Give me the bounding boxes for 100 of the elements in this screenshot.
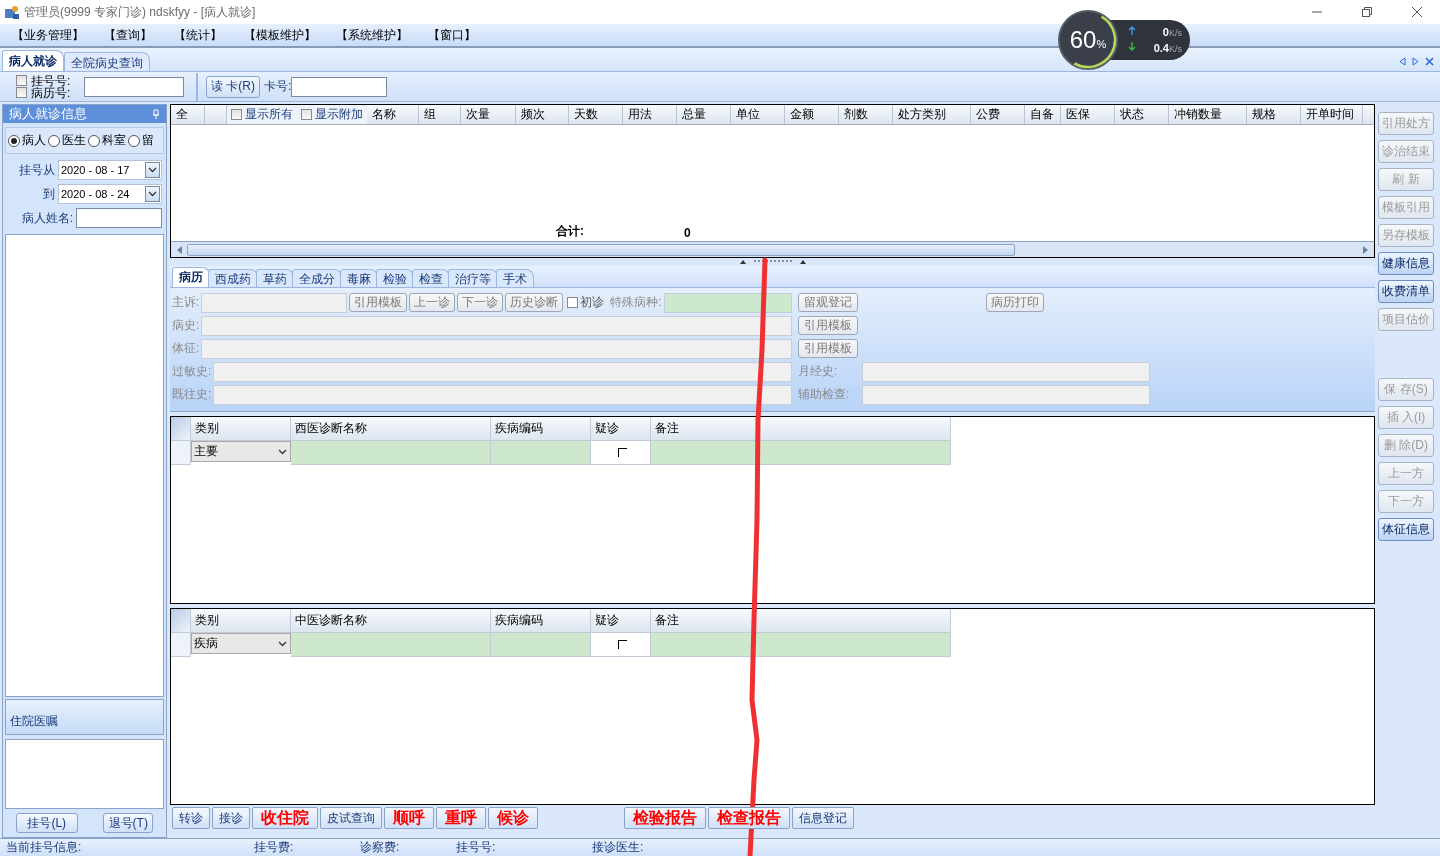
past-history-field[interactable] (213, 384, 792, 405)
category-dropdown[interactable]: 疾病 (191, 633, 291, 654)
first-visit-checkbox[interactable] (567, 297, 579, 308)
pin-icon[interactable] (152, 109, 160, 119)
date-from-label: 挂号从 (19, 161, 55, 179)
radio-label: 科室 (102, 132, 126, 149)
panel-title: 住院医嘱 (10, 713, 58, 730)
read-card-button[interactable]: 读 卡(R) (206, 75, 260, 98)
side-action-button[interactable]: 收费清单 (1378, 280, 1434, 303)
field-label: 主诉: (172, 294, 200, 311)
restore-icon[interactable] (1361, 6, 1373, 18)
column-header: 全 (171, 105, 205, 124)
close-icon[interactable] (1425, 57, 1434, 66)
gauge-percent: 60% (1069, 26, 1107, 54)
complaint-action-button[interactable]: 历史诊断 (505, 293, 564, 312)
side-action-button[interactable]: 健康信息 (1378, 252, 1434, 275)
field-label: 体征: (172, 340, 200, 357)
register-button[interactable]: 挂号(L) (15, 813, 78, 833)
upload-arrow-icon (1128, 26, 1136, 35)
horizontal-scrollbar[interactable] (171, 241, 1374, 257)
scroll-right-icon[interactable] (1412, 57, 1419, 66)
radio-label: 留 (142, 132, 154, 149)
menstrual-field[interactable] (862, 361, 1150, 382)
column-header: 备注 (651, 609, 951, 633)
action-button[interactable]: 接诊 (212, 807, 250, 829)
print-record-button[interactable]: 病历打印 (986, 293, 1044, 312)
show-option-checkbox[interactable]: 显示所有 (227, 105, 297, 124)
observation-button[interactable]: 留观登记 (798, 293, 858, 312)
column-header: 组 (419, 105, 461, 124)
category-dropdown[interactable]: 主要 (191, 441, 291, 462)
record-tab[interactable]: 西成药 (208, 269, 258, 287)
filter-radio[interactable] (8, 134, 20, 147)
menu-item[interactable]: 【业务管理】 (12, 26, 104, 44)
id-number-field[interactable] (84, 76, 184, 97)
complaint-action-button[interactable]: 上一诊 (409, 293, 456, 312)
special-disease-field[interactable] (663, 292, 792, 313)
record-tab[interactable]: 病历 (172, 267, 210, 287)
complaint-action-button[interactable]: 下一诊 (457, 293, 504, 312)
column-header: 金额 (785, 105, 839, 124)
aux-exam-field[interactable] (862, 384, 1150, 405)
complaint-field[interactable] (201, 292, 348, 313)
record-tab[interactable]: 治疗等 (448, 269, 498, 287)
status-text: 诊察费: (360, 839, 401, 856)
scroll-left-icon[interactable] (175, 244, 183, 255)
app-logo-icon (4, 4, 20, 20)
document-tab[interactable]: 病人就诊 (2, 50, 64, 71)
menu-item[interactable]: 【统计】 (174, 26, 244, 44)
column-header: 疾病编码 (491, 609, 591, 633)
show-option-checkbox[interactable]: 显示附加 (297, 105, 367, 124)
id-checkbox[interactable]: 挂号号: (16, 74, 84, 87)
filter-radio[interactable] (88, 134, 100, 147)
menu-item[interactable]: 【模板维护】 (244, 26, 336, 44)
date-from-field[interactable]: 2020 - 08 - 17 (58, 160, 162, 180)
field-label: 既往史: (172, 386, 212, 403)
record-tab[interactable]: 毒麻 (340, 269, 378, 287)
panel-title: 病人就诊信息 (9, 105, 87, 123)
id-checkbox[interactable]: 病历号: (16, 86, 84, 99)
close-icon[interactable] (1411, 6, 1423, 18)
menu-item[interactable]: 【窗口】 (428, 26, 508, 44)
menu-item[interactable]: 【系统维护】 (336, 26, 428, 44)
record-tab[interactable]: 草药 (256, 269, 294, 287)
action-button[interactable]: 转诊 (172, 807, 210, 829)
date-to-field[interactable]: 2020 - 08 - 24 (58, 184, 162, 204)
record-tab[interactable]: 手术 (496, 269, 534, 287)
side-action-button[interactable]: 体征信息 (1378, 518, 1434, 541)
filter-radio[interactable] (48, 134, 60, 147)
column-header: 备注 (651, 417, 951, 441)
record-tab[interactable]: 全成分 (292, 269, 342, 287)
record-tab[interactable]: 检验 (376, 269, 414, 287)
template-button[interactable]: 引用模板 (798, 339, 858, 358)
signs-field[interactable] (201, 338, 792, 359)
filter-radio[interactable] (128, 134, 140, 147)
field-label: 特殊病种: (610, 294, 662, 311)
template-button[interactable]: 引用模板 (798, 316, 858, 335)
allergy-field[interactable] (213, 361, 792, 382)
download-arrow-icon (1128, 42, 1136, 51)
scroll-left-icon[interactable] (1399, 57, 1406, 66)
patient-name-field[interactable] (76, 208, 162, 228)
window-title: 管理员(9999 专家门诊) ndskfyy - [病人就诊] (24, 3, 257, 21)
suspected-checkbox[interactable] (618, 448, 627, 457)
column-header: 用法 (623, 105, 677, 124)
document-tab[interactable]: 全院病史查询 (64, 52, 150, 71)
date-to-label: 到 (43, 185, 55, 203)
total-value: 0 (684, 226, 691, 240)
column-header: 自备 (1025, 105, 1061, 124)
column-header: 名称 (367, 105, 419, 124)
card-number-field[interactable] (291, 76, 388, 97)
radio-label: 医生 (62, 132, 86, 149)
history-field[interactable] (201, 315, 792, 336)
register-button[interactable]: 退号(T) (103, 813, 154, 833)
action-button[interactable]: 皮试查询 (320, 807, 382, 829)
card-number-label: 卡号: (264, 78, 292, 95)
menu-item[interactable]: 【查询】 (104, 26, 174, 44)
column-header: 医保 (1061, 105, 1115, 124)
record-tab[interactable]: 检查 (412, 269, 450, 287)
suspected-checkbox[interactable] (618, 640, 627, 649)
splitter-handle-icon[interactable] (739, 258, 806, 264)
action-button[interactable]: 信息登记 (792, 807, 854, 829)
scroll-right-icon[interactable] (1362, 244, 1370, 255)
complaint-action-button[interactable]: 引用模板 (349, 293, 408, 312)
